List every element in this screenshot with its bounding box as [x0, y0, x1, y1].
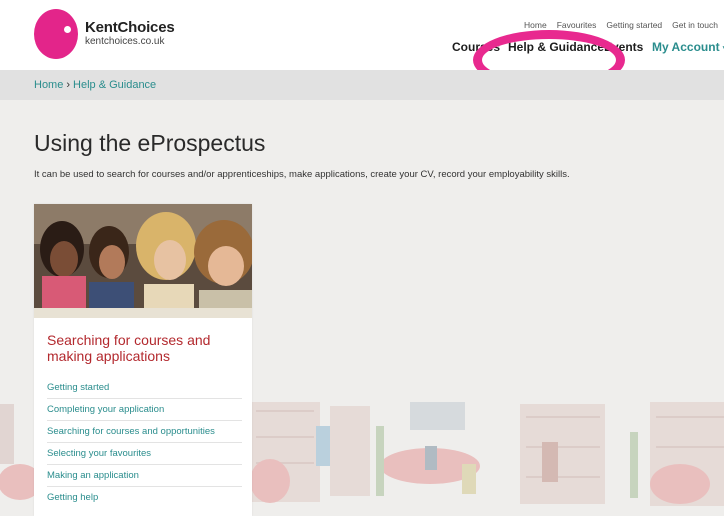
card-link-getting-help[interactable]: Getting help [47, 487, 242, 509]
breadcrumb: Home › Help & Guidance [34, 79, 156, 91]
breadcrumb-current[interactable]: Help & Guidance [73, 79, 156, 91]
top-link-home[interactable]: Home [524, 20, 547, 30]
card-link-list: Getting started Completing your applicat… [47, 377, 242, 509]
brand-name[interactable]: KentChoices [85, 19, 175, 36]
top-link-getting-started[interactable]: Getting started [606, 20, 662, 30]
top-link-get-in-touch[interactable]: Get in touch [672, 20, 718, 30]
card-link-making-application[interactable]: Making an application [47, 465, 242, 487]
utility-nav: Home Favourites Getting started Get in t… [524, 20, 718, 30]
page-title: Using the eProspectus [34, 130, 266, 156]
help-topic-card: Searching for courses and making applica… [34, 204, 252, 516]
card-link-completing-application[interactable]: Completing your application [47, 399, 242, 421]
logo-circle-icon[interactable] [34, 9, 78, 59]
nav-courses[interactable]: Courses [452, 40, 500, 54]
main-nav: Courses Help & Guidance Events My Accoun… [452, 40, 724, 56]
breadcrumb-home[interactable]: Home [34, 79, 63, 91]
page-description: It can be used to search for courses and… [34, 169, 570, 180]
card-link-selecting-favourites[interactable]: Selecting your favourites [47, 443, 242, 465]
chevron-right-icon: › [66, 79, 71, 91]
logo-dot-icon [64, 26, 71, 33]
card-title: Searching for courses and making applica… [47, 332, 211, 364]
card-link-searching-courses[interactable]: Searching for courses and opportunities [47, 421, 242, 443]
students-photo [34, 204, 252, 318]
top-link-favourites[interactable]: Favourites [557, 20, 597, 30]
nav-my-account-label: My Account [652, 40, 720, 54]
nav-my-account[interactable]: My Account ▾ [652, 40, 724, 54]
site-header: KentChoices kentchoices.co.uk Home Favou… [0, 0, 724, 90]
nav-events[interactable]: Events [604, 40, 643, 54]
card-link-getting-started[interactable]: Getting started [47, 377, 242, 399]
breadcrumb-bar: Home › Help & Guidance [0, 70, 724, 100]
brand-url: kentchoices.co.uk [85, 36, 165, 47]
nav-help-guidance[interactable]: Help & Guidance [508, 40, 604, 54]
